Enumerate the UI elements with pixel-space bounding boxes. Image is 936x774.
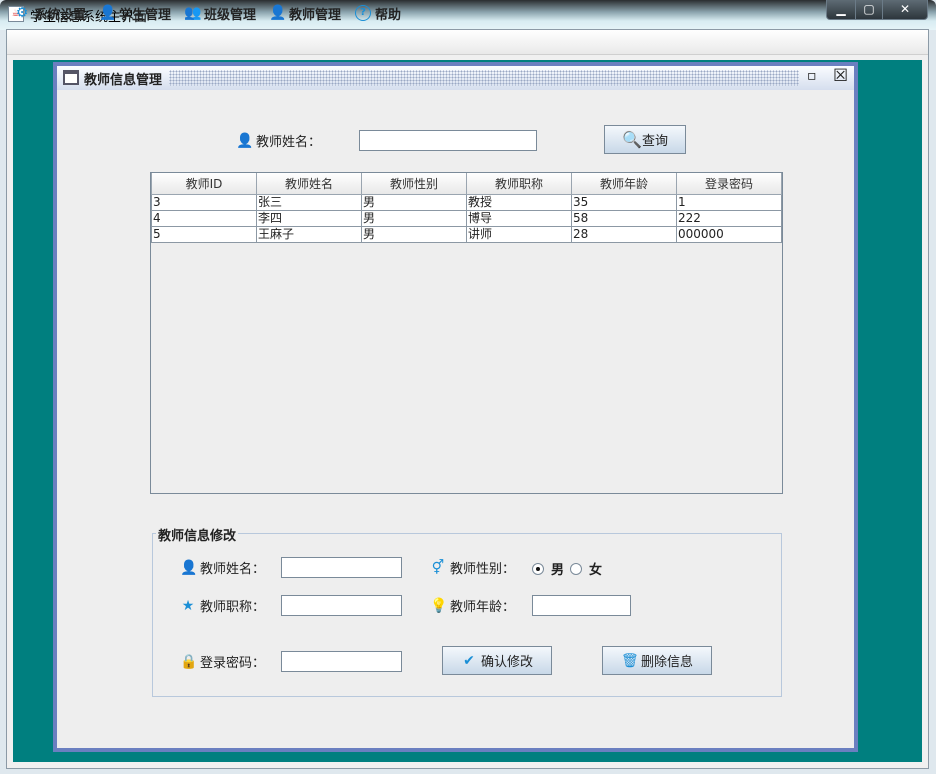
restore-button[interactable]: ▫: [807, 68, 817, 84]
check-circle-icon: ✔: [463, 652, 475, 669]
teacher-table[interactable]: 教师ID 教师姓名 教师性别 教师职称 教师年龄 登录密码 3 张三男教授 35 1 4…: [150, 172, 783, 494]
table-cell[interactable]: 张三: [256, 193, 362, 211]
label-text: 教师姓名：: [256, 135, 322, 150]
table-row[interactable]: 5 王麻子男讲师 28 000000: [151, 225, 782, 243]
gender-radio-male[interactable]: 男: [532, 559, 564, 578]
menu-label: 学生管理: [119, 7, 172, 23]
edit-group-title: 教师信息修改: [156, 525, 239, 544]
table-cell[interactable]: 讲师: [466, 225, 572, 243]
table-cell[interactable]: 王麻子: [256, 225, 362, 243]
gear-icon: ⚙: [15, 5, 29, 21]
table-cell[interactable]: 男: [361, 225, 467, 243]
table-row[interactable]: 3 张三男教授 35 1: [151, 193, 782, 211]
label-text: 教师职称：: [200, 600, 266, 615]
medal-icon: ★: [181, 597, 195, 614]
label-text: 教师性别：: [450, 562, 516, 577]
gender-radio-female[interactable]: 女: [570, 559, 602, 578]
table-cell[interactable]: 教授: [466, 193, 572, 211]
button-label: 删除信息: [640, 655, 693, 670]
radio-label: 女: [589, 563, 603, 578]
label-text: 教师姓名：: [200, 562, 266, 577]
table-cell[interactable]: 博导: [466, 209, 572, 227]
edit-name-input[interactable]: [281, 557, 402, 578]
edit-password-label: 🔒 登录密码：: [180, 652, 266, 672]
radio-unchecked[interactable]: [570, 562, 582, 575]
minimize-button[interactable]: ▁: [826, 0, 856, 20]
table-cell[interactable]: 4: [151, 209, 257, 227]
menu-system-settings[interactable]: ⚙ 系统设置: [14, 3, 86, 23]
menu-help[interactable]: ? 帮助: [355, 3, 401, 23]
internal-frame-titlebar[interactable]: 教师信息管理 ▫ ☒: [57, 66, 854, 90]
teacher-icon: 👤: [269, 5, 287, 21]
table-cell[interactable]: 男: [361, 193, 467, 211]
maximize-button[interactable]: ▢: [855, 0, 883, 20]
table-cell[interactable]: 5: [151, 225, 257, 243]
edit-age-label: 💡 教师年龄：: [430, 596, 516, 616]
table-cell[interactable]: 222: [676, 209, 782, 227]
trash-icon: 🗑: [620, 652, 639, 669]
table-cell[interactable]: 58: [571, 209, 677, 227]
help-icon: ?: [355, 5, 371, 21]
menu-bar: [7, 30, 928, 55]
close-button[interactable]: ✕: [882, 0, 928, 20]
person-icon: 👤: [180, 559, 198, 576]
internal-frame-title: 教师信息管理: [84, 73, 163, 88]
label-text: 登录密码：: [200, 656, 266, 671]
table-cell[interactable]: 1: [676, 193, 782, 211]
radio-checked[interactable]: [532, 562, 544, 575]
frame-icon: [63, 70, 79, 85]
search-name-label: 👤 教师姓名：: [236, 131, 322, 151]
table-cell[interactable]: 28: [571, 225, 677, 243]
column-header[interactable]: 教师性别: [361, 173, 467, 195]
gender-icon: ⚥: [431, 559, 445, 576]
table-cell[interactable]: 35: [571, 193, 677, 211]
search-button[interactable]: 🔍 查询: [604, 125, 686, 154]
table-cell[interactable]: 3: [151, 193, 257, 211]
table-row[interactable]: 4 李四男博导 58 222: [151, 209, 782, 227]
edit-gender-label: ⚥ 教师性别：: [430, 558, 516, 578]
column-header[interactable]: 教师年龄: [571, 173, 677, 195]
column-header[interactable]: 登录密码: [676, 173, 782, 195]
lock-icon: 🔒: [180, 653, 198, 670]
column-header[interactable]: 教师姓名: [256, 173, 362, 195]
class-icon: 👥: [184, 5, 202, 21]
menu-label: 系统设置: [34, 7, 87, 23]
person-icon: 👤: [236, 132, 254, 149]
student-icon: 👤: [99, 5, 117, 21]
column-header[interactable]: 教师职称: [466, 173, 572, 195]
edit-password-input[interactable]: [281, 651, 402, 672]
menu-label: 班级管理: [204, 7, 257, 23]
column-header[interactable]: 教师ID: [151, 173, 257, 195]
confirm-edit-button[interactable]: ✔ 确认修改: [442, 646, 552, 675]
bulb-icon: 💡: [430, 597, 448, 614]
radio-label: 男: [551, 563, 565, 578]
button-label: 确认修改: [480, 655, 533, 670]
search-icon: 🔍: [621, 130, 642, 149]
frame-close-button[interactable]: ☒: [833, 66, 848, 86]
edit-title-label: ★ 教师职称：: [180, 596, 266, 616]
table-cell[interactable]: 李四: [256, 209, 362, 227]
menu-teacher-management[interactable]: 👤 教师管理: [269, 3, 341, 23]
menu-class-management[interactable]: 👥 班级管理: [184, 3, 256, 23]
table-cell[interactable]: 男: [361, 209, 467, 227]
menu-label: 帮助: [375, 7, 402, 23]
delete-button[interactable]: 🗑 删除信息: [602, 646, 712, 675]
menu-label: 教师管理: [289, 7, 342, 23]
edit-age-input[interactable]: [532, 595, 631, 616]
search-name-input[interactable]: [359, 130, 537, 151]
edit-name-label: 👤 教师姓名：: [180, 558, 266, 578]
table-cell[interactable]: 000000: [676, 225, 782, 243]
menu-student-management[interactable]: 👤 学生管理: [99, 3, 171, 23]
button-label: 查询: [641, 134, 668, 149]
label-text: 教师年龄：: [450, 600, 516, 615]
edit-title-input[interactable]: [281, 595, 402, 616]
